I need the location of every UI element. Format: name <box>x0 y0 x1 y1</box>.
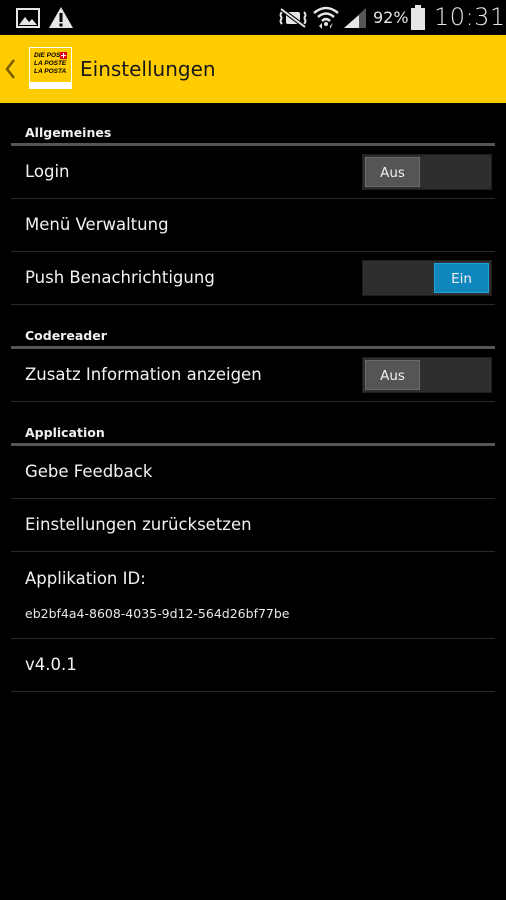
image-icon <box>16 8 40 28</box>
section-header-application: Application <box>11 419 495 446</box>
status-bar: 92% 10:31 <box>0 0 506 35</box>
app-id-label: Applikation ID: <box>25 569 146 588</box>
wifi-icon <box>313 6 339 29</box>
logo-bar <box>30 82 71 88</box>
logo-line-2: LA POSTE <box>34 60 67 67</box>
extra-info-toggle-thumb: Aus <box>365 360 420 390</box>
warning-icon <box>49 7 73 28</box>
swiss-cross-icon <box>60 52 67 59</box>
extra-info-label: Zusatz Information anzeigen <box>25 365 262 384</box>
setting-row-push-notification[interactable]: Push Benachrichtigung Ein <box>11 252 495 305</box>
section-title-codereader: Codereader <box>25 328 107 343</box>
setting-row-version: v4.0.1 <box>11 639 495 692</box>
push-notification-toggle-thumb: Ein <box>434 263 489 293</box>
extra-info-toggle[interactable]: Aus <box>362 357 492 393</box>
version-label: v4.0.1 <box>25 655 77 674</box>
logo-line-3: LA POSTA <box>34 68 67 75</box>
mute-icon <box>279 7 307 29</box>
push-notification-label: Push Benachrichtigung <box>25 268 215 287</box>
reset-label: Einstellungen zurücksetzen <box>25 515 252 534</box>
setting-row-extra-info[interactable]: Zusatz Information anzeigen Aus <box>11 349 495 402</box>
page-title: Einstellungen <box>80 57 216 81</box>
action-bar: DIE POST LA POSTE LA POSTA Einstellungen <box>0 35 506 103</box>
signal-icon <box>344 8 366 28</box>
clock: 10:31 <box>434 3 506 31</box>
setting-row-app-id: Applikation ID: eb2bf4a4-8608-4035-9d12-… <box>11 552 495 639</box>
login-toggle-thumb: Aus <box>365 157 420 187</box>
section-title-general: Allgemeines <box>25 125 112 140</box>
setting-row-menu-management[interactable]: Menü Verwaltung <box>11 199 495 252</box>
menu-management-label: Menü Verwaltung <box>25 215 169 234</box>
login-toggle[interactable]: Aus <box>362 154 492 190</box>
section-header-codereader: Codereader <box>11 322 495 349</box>
section-title-application: Application <box>25 425 105 440</box>
back-chevron-icon[interactable] <box>4 57 16 81</box>
feedback-label: Gebe Feedback <box>25 462 153 481</box>
app-id-value: eb2bf4a4-8608-4035-9d12-564d26bf77be <box>25 606 290 621</box>
battery-icon <box>411 5 425 30</box>
push-notification-toggle[interactable]: Ein <box>362 260 492 296</box>
setting-row-feedback[interactable]: Gebe Feedback <box>11 446 495 499</box>
battery-percentage: 92% <box>373 8 409 27</box>
setting-row-login[interactable]: Login Aus <box>11 146 495 199</box>
app-logo[interactable]: DIE POST LA POSTE LA POSTA <box>29 47 72 89</box>
login-label: Login <box>25 162 70 181</box>
section-header-general: Allgemeines <box>11 119 495 146</box>
setting-row-reset[interactable]: Einstellungen zurücksetzen <box>11 499 495 552</box>
